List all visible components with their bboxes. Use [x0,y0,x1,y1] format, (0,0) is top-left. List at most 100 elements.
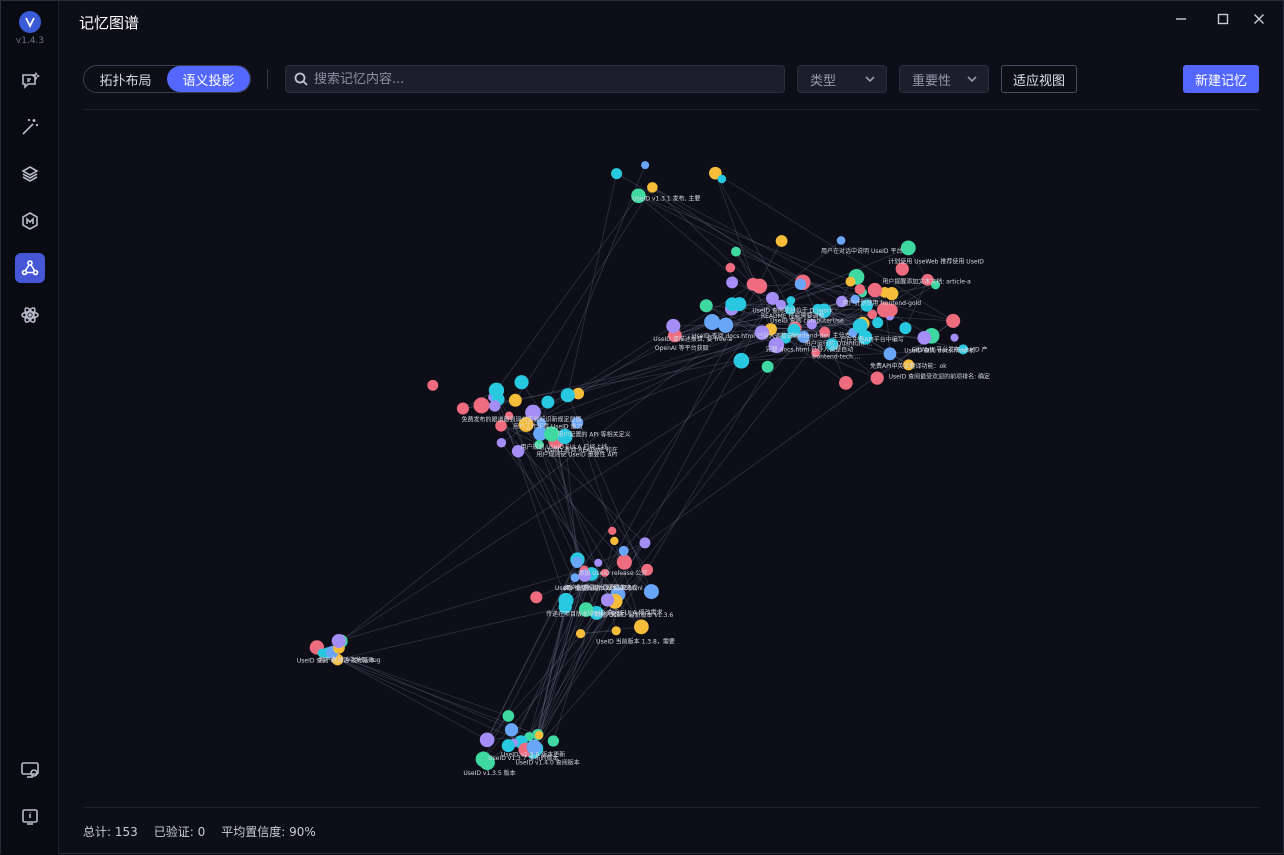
memory-node[interactable] [611,168,623,180]
memory-node[interactable] [786,296,796,305]
memory-node[interactable] [608,526,617,535]
search-input[interactable] [314,71,774,87]
type-select[interactable]: 类型 [797,65,887,93]
memory-node[interactable] [726,276,739,289]
memory-node[interactable] [761,360,774,373]
atom-icon [21,307,39,323]
memory-node[interactable] [456,402,469,415]
semantic-projection-button[interactable]: 语义投影 [167,66,250,92]
memory-node[interactable] [725,262,736,273]
memory-graph-canvas[interactable]: UseID 查阅 computerUseUseID 查阅最受欢迎的前项排名: 确… [83,111,1259,805]
memory-node[interactable] [643,584,659,600]
sidebar-item-info[interactable] [15,802,45,832]
memory-node[interactable] [883,347,897,361]
memory-node[interactable] [699,299,713,313]
memory-node[interactable] [514,375,529,390]
minimize-button[interactable] [1169,9,1193,29]
sidebar-item-model[interactable] [15,206,45,236]
node-label: 用户计划使用 frontend-gold [843,299,922,307]
memory-node[interactable] [641,161,650,170]
memory-node[interactable] [610,536,619,546]
memory-node[interactable] [839,376,853,390]
memory-node[interactable] [479,732,495,748]
node-label: 用户提醒添加文本文档: article-a [882,278,971,286]
memory-node[interactable] [639,537,651,549]
sidebar-item-settings[interactable] [15,755,45,785]
memory-node[interactable] [775,235,788,247]
memory-node[interactable] [836,236,846,245]
memory-node[interactable] [867,282,883,298]
memory-node[interactable] [331,633,346,649]
importance-select-label: 重要性 [912,73,952,89]
memory-node[interactable] [427,379,439,391]
memory-node[interactable] [488,382,505,398]
memory-node[interactable] [917,330,932,345]
memory-node[interactable] [950,333,959,342]
memory-node[interactable] [575,629,586,639]
memory-node[interactable] [717,174,727,184]
memory-node[interactable] [504,723,519,737]
memory-node[interactable] [718,317,734,333]
node-label: 添加 UseID release 公开 [578,569,647,577]
memory-node[interactable] [733,352,750,369]
memory-node[interactable] [704,314,721,330]
sidebar-item-atom[interactable] [15,300,45,330]
memory-node[interactable] [489,400,501,412]
memory-node[interactable] [473,397,490,414]
memory-node[interactable] [854,284,866,295]
memory-node[interactable] [560,388,575,403]
memory-node[interactable] [611,626,621,636]
node-label: UseID 查阅 README 和在 [545,446,618,454]
memory-node[interactable] [541,395,555,409]
memory-node[interactable] [885,287,899,301]
maximize-button[interactable] [1211,9,1235,29]
sidebar-item-magic[interactable] [15,112,45,142]
memory-node[interactable] [594,558,603,567]
memory-node[interactable] [731,246,741,257]
memory-node[interactable] [899,322,912,335]
node-label: 用户配置语言 CN 请求完成 [565,584,638,592]
memory-node[interactable] [508,393,522,407]
memory-node[interactable] [571,556,583,569]
memory-node[interactable] [946,313,961,328]
memory-node[interactable] [618,545,629,556]
memory-node[interactable] [900,240,916,256]
memory-node[interactable] [870,371,884,385]
graph-edge [576,422,613,531]
memory-node[interactable] [534,731,544,740]
memory-node[interactable] [502,710,515,722]
fit-view-button[interactable]: 适应视图 [1001,65,1077,93]
graph-labels: UseID 查阅 computerUseUseID 查阅最受欢迎的前项排名: 确… [297,195,990,777]
memory-node[interactable] [496,438,507,448]
sidebar-item-memory-graph[interactable] [15,253,45,283]
sidebar-item-layers[interactable] [15,159,45,189]
memory-node[interactable] [752,278,768,294]
memory-node[interactable] [647,182,658,193]
memory-node[interactable] [794,278,807,290]
memory-node[interactable] [616,554,632,570]
memory-node[interactable] [600,593,615,607]
memory-node[interactable] [845,276,856,287]
search-box [285,65,785,93]
memory-node[interactable] [634,619,649,635]
memory-node[interactable] [501,739,515,753]
node-label: 用户配置的 API 等相关定义 [557,431,630,439]
memory-node[interactable] [530,591,543,604]
node-label: frontend-tech ... [812,354,861,361]
sidebar-item-chat[interactable] [15,66,45,96]
close-button[interactable] [1247,9,1271,29]
app-version: v1.4.3 [15,36,45,46]
graph-edge [515,187,653,401]
topology-layout-button[interactable]: 拓扑布局 [84,66,167,92]
memory-node[interactable] [732,297,747,312]
sidebar: v1.4.3 [1,1,59,855]
memory-node[interactable] [558,592,574,608]
importance-select[interactable]: 重要性 [899,65,989,93]
node-label: 用户在对话中说明 UseID 平台 [821,247,902,255]
new-memory-button[interactable]: 新建记忆 [1183,65,1259,93]
memory-node[interactable] [666,318,681,334]
stats-bar: 总计: 153 已验证: 0 平均置信度: 90% [83,823,316,840]
memory-node[interactable] [547,735,559,747]
title-bar: 记忆图谱 [59,1,1283,41]
graph-edge [538,444,585,570]
